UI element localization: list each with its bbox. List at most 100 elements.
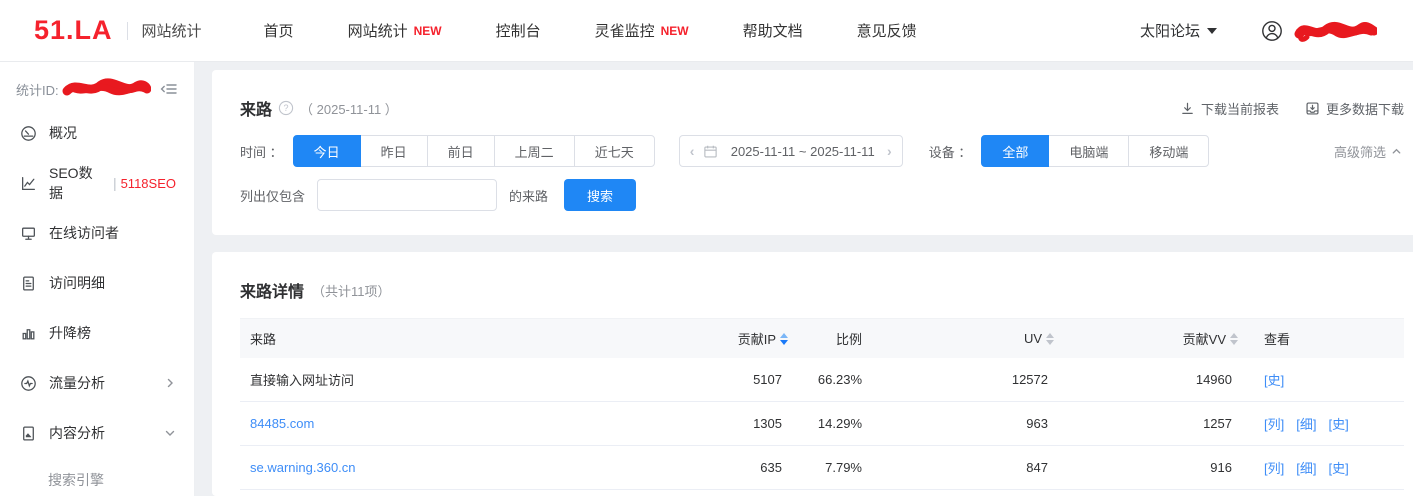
divider: | bbox=[113, 175, 117, 191]
time-option-day-before[interactable]: 前日 bbox=[427, 135, 495, 167]
sidebar: 统计ID: 概况 bbox=[0, 62, 195, 496]
date-range-picker[interactable]: ‹ 2025-11-11 ~ 2025-11-11 › bbox=[679, 135, 903, 167]
detail-link[interactable]: [细] bbox=[1296, 458, 1316, 477]
nav-item-console[interactable]: 控制台 bbox=[496, 20, 541, 41]
chevron-down-icon bbox=[1207, 28, 1217, 34]
user-menu[interactable] bbox=[1261, 18, 1377, 44]
prev-date-icon[interactable]: ‹ bbox=[690, 144, 695, 158]
nav-item-monitor[interactable]: 灵雀监控 NEW bbox=[595, 20, 689, 41]
nav-item-stats[interactable]: 网站统计 NEW bbox=[348, 20, 442, 41]
referrer-filter-card: 来路 ? （ 2025-11-11 ） 下载当前报表 bbox=[212, 70, 1413, 235]
date-range-value: 2025-11-11 ~ 2025-11-11 bbox=[727, 144, 878, 159]
ip-value: 1305 bbox=[640, 416, 790, 431]
table-title: 来路详情 bbox=[240, 278, 304, 302]
time-option-last-tuesday[interactable]: 上周二 bbox=[494, 135, 575, 167]
detail-link[interactable]: [细] bbox=[1296, 414, 1316, 433]
ratio-value: 14.29% bbox=[790, 416, 870, 431]
seo-5118-link[interactable]: 5118SEO bbox=[121, 176, 176, 191]
gauge-icon bbox=[20, 125, 37, 142]
sidebar-collapse-icon[interactable] bbox=[160, 81, 178, 97]
history-link[interactable]: [史] bbox=[1328, 414, 1348, 433]
help-icon[interactable]: ? bbox=[278, 100, 294, 116]
page-title: 来路 bbox=[240, 96, 272, 120]
uv-value: 847 bbox=[870, 460, 1056, 475]
source-name: 直接输入网址访问 bbox=[240, 370, 640, 389]
box-download-icon bbox=[1305, 101, 1320, 116]
bar-chart-icon bbox=[20, 325, 37, 342]
sidebar-item-overview[interactable]: 概况 bbox=[0, 108, 194, 158]
next-date-icon[interactable]: › bbox=[887, 144, 892, 158]
source-link[interactable]: 84485.com bbox=[240, 416, 640, 431]
total-count: （共计11项） bbox=[312, 281, 391, 300]
sidebar-item-seo[interactable]: SEO数据 | 5118SEO bbox=[0, 158, 194, 208]
line-chart-icon bbox=[20, 175, 37, 192]
history-link[interactable]: [史] bbox=[1328, 458, 1348, 477]
chevron-right-icon bbox=[164, 377, 176, 389]
sidebar-item-traffic-analysis[interactable]: 流量分析 bbox=[0, 358, 194, 408]
redacted-username bbox=[1293, 18, 1377, 44]
report-date: （ 2025-11-11 ） bbox=[300, 99, 398, 118]
column-header-uv-sortable[interactable]: UV bbox=[870, 331, 1056, 346]
sidebar-subitem-search-engine[interactable]: 搜索引擎 bbox=[0, 458, 194, 496]
referrer-search-input[interactable] bbox=[317, 179, 497, 211]
sidebar-item-online-visitors[interactable]: 在线访问者 bbox=[0, 208, 194, 258]
time-option-yesterday[interactable]: 昨日 bbox=[360, 135, 428, 167]
sidebar-item-content-analysis[interactable]: 内容分析 bbox=[0, 408, 194, 458]
search-prefix-label: 列出仅包含 bbox=[240, 186, 305, 205]
column-header-source: 来路 bbox=[240, 329, 640, 348]
column-header-ip-sortable[interactable]: 贡献IP bbox=[640, 329, 790, 348]
chevron-up-icon bbox=[1391, 146, 1402, 157]
uv-value: 963 bbox=[870, 416, 1056, 431]
main-content: 来路 ? （ 2025-11-11 ） 下载当前报表 bbox=[195, 62, 1413, 496]
stat-id-label: 统计ID: bbox=[16, 80, 59, 99]
pulse-icon bbox=[20, 375, 37, 392]
vv-value: 1257 bbox=[1056, 416, 1240, 431]
time-filter-group: 今日 昨日 前日 上周二 近七天 bbox=[293, 135, 655, 167]
uv-value: 12572 bbox=[870, 372, 1056, 387]
detail-doc-icon bbox=[20, 275, 37, 292]
list-link[interactable]: [列] bbox=[1264, 458, 1284, 477]
table-row: 直接输入网址访问 5107 66.23% 12572 14960 [史] bbox=[240, 358, 1404, 402]
sidebar-item-ranking[interactable]: 升降榜 bbox=[0, 308, 194, 358]
column-header-view: 查看 bbox=[1240, 329, 1404, 348]
divider bbox=[127, 22, 128, 40]
product-label: 网站统计 bbox=[142, 20, 202, 41]
content-doc-icon bbox=[20, 425, 37, 442]
nav-item-docs[interactable]: 帮助文档 bbox=[743, 20, 803, 41]
svg-text:?: ? bbox=[284, 103, 289, 113]
download-report-button[interactable]: 下载当前报表 bbox=[1180, 99, 1279, 118]
advanced-filter-toggle[interactable]: 高级筛选 bbox=[1334, 142, 1402, 161]
sort-icon bbox=[1230, 333, 1238, 345]
column-header-ratio: 比例 bbox=[790, 329, 870, 348]
time-option-today[interactable]: 今日 bbox=[293, 135, 361, 167]
logo[interactable]: 51.LA bbox=[34, 15, 113, 46]
history-link[interactable]: [史] bbox=[1264, 370, 1284, 389]
device-option-mobile[interactable]: 移动端 bbox=[1128, 135, 1209, 167]
nav-item-feedback[interactable]: 意见反馈 bbox=[857, 20, 917, 41]
source-link[interactable]: se.warning.360.cn bbox=[240, 460, 640, 475]
more-downloads-button[interactable]: 更多数据下载 bbox=[1305, 99, 1404, 118]
site-selector-dropdown[interactable]: 太阳论坛 bbox=[1140, 20, 1217, 41]
sort-icon bbox=[780, 333, 788, 345]
column-header-vv-sortable[interactable]: 贡献VV bbox=[1056, 329, 1240, 348]
sort-icon bbox=[1046, 333, 1054, 345]
nav-item-home[interactable]: 首页 bbox=[264, 20, 294, 41]
device-option-desktop[interactable]: 电脑端 bbox=[1048, 135, 1129, 167]
ip-value: 635 bbox=[640, 460, 790, 475]
list-link[interactable]: [列] bbox=[1264, 414, 1284, 433]
table-row: 84485.com 1305 14.29% 963 1257 [列] [细] [… bbox=[240, 402, 1404, 446]
vv-value: 916 bbox=[1056, 460, 1240, 475]
new-badge: NEW bbox=[414, 24, 442, 38]
user-avatar-icon bbox=[1261, 20, 1283, 42]
time-filter-label: 时间 ： bbox=[240, 142, 283, 161]
search-button[interactable]: 搜索 bbox=[564, 179, 636, 211]
new-badge: NEW bbox=[661, 24, 689, 38]
device-option-all[interactable]: 全部 bbox=[981, 135, 1049, 167]
device-filter-label: 设备 ： bbox=[929, 142, 972, 161]
chevron-down-icon bbox=[164, 427, 176, 439]
sidebar-item-visit-details[interactable]: 访问明细 bbox=[0, 258, 194, 308]
ip-value: 5107 bbox=[640, 372, 790, 387]
monitor-icon bbox=[20, 225, 37, 242]
time-option-last-7-days[interactable]: 近七天 bbox=[574, 135, 655, 167]
nav-right: 太阳论坛 bbox=[1140, 18, 1377, 44]
